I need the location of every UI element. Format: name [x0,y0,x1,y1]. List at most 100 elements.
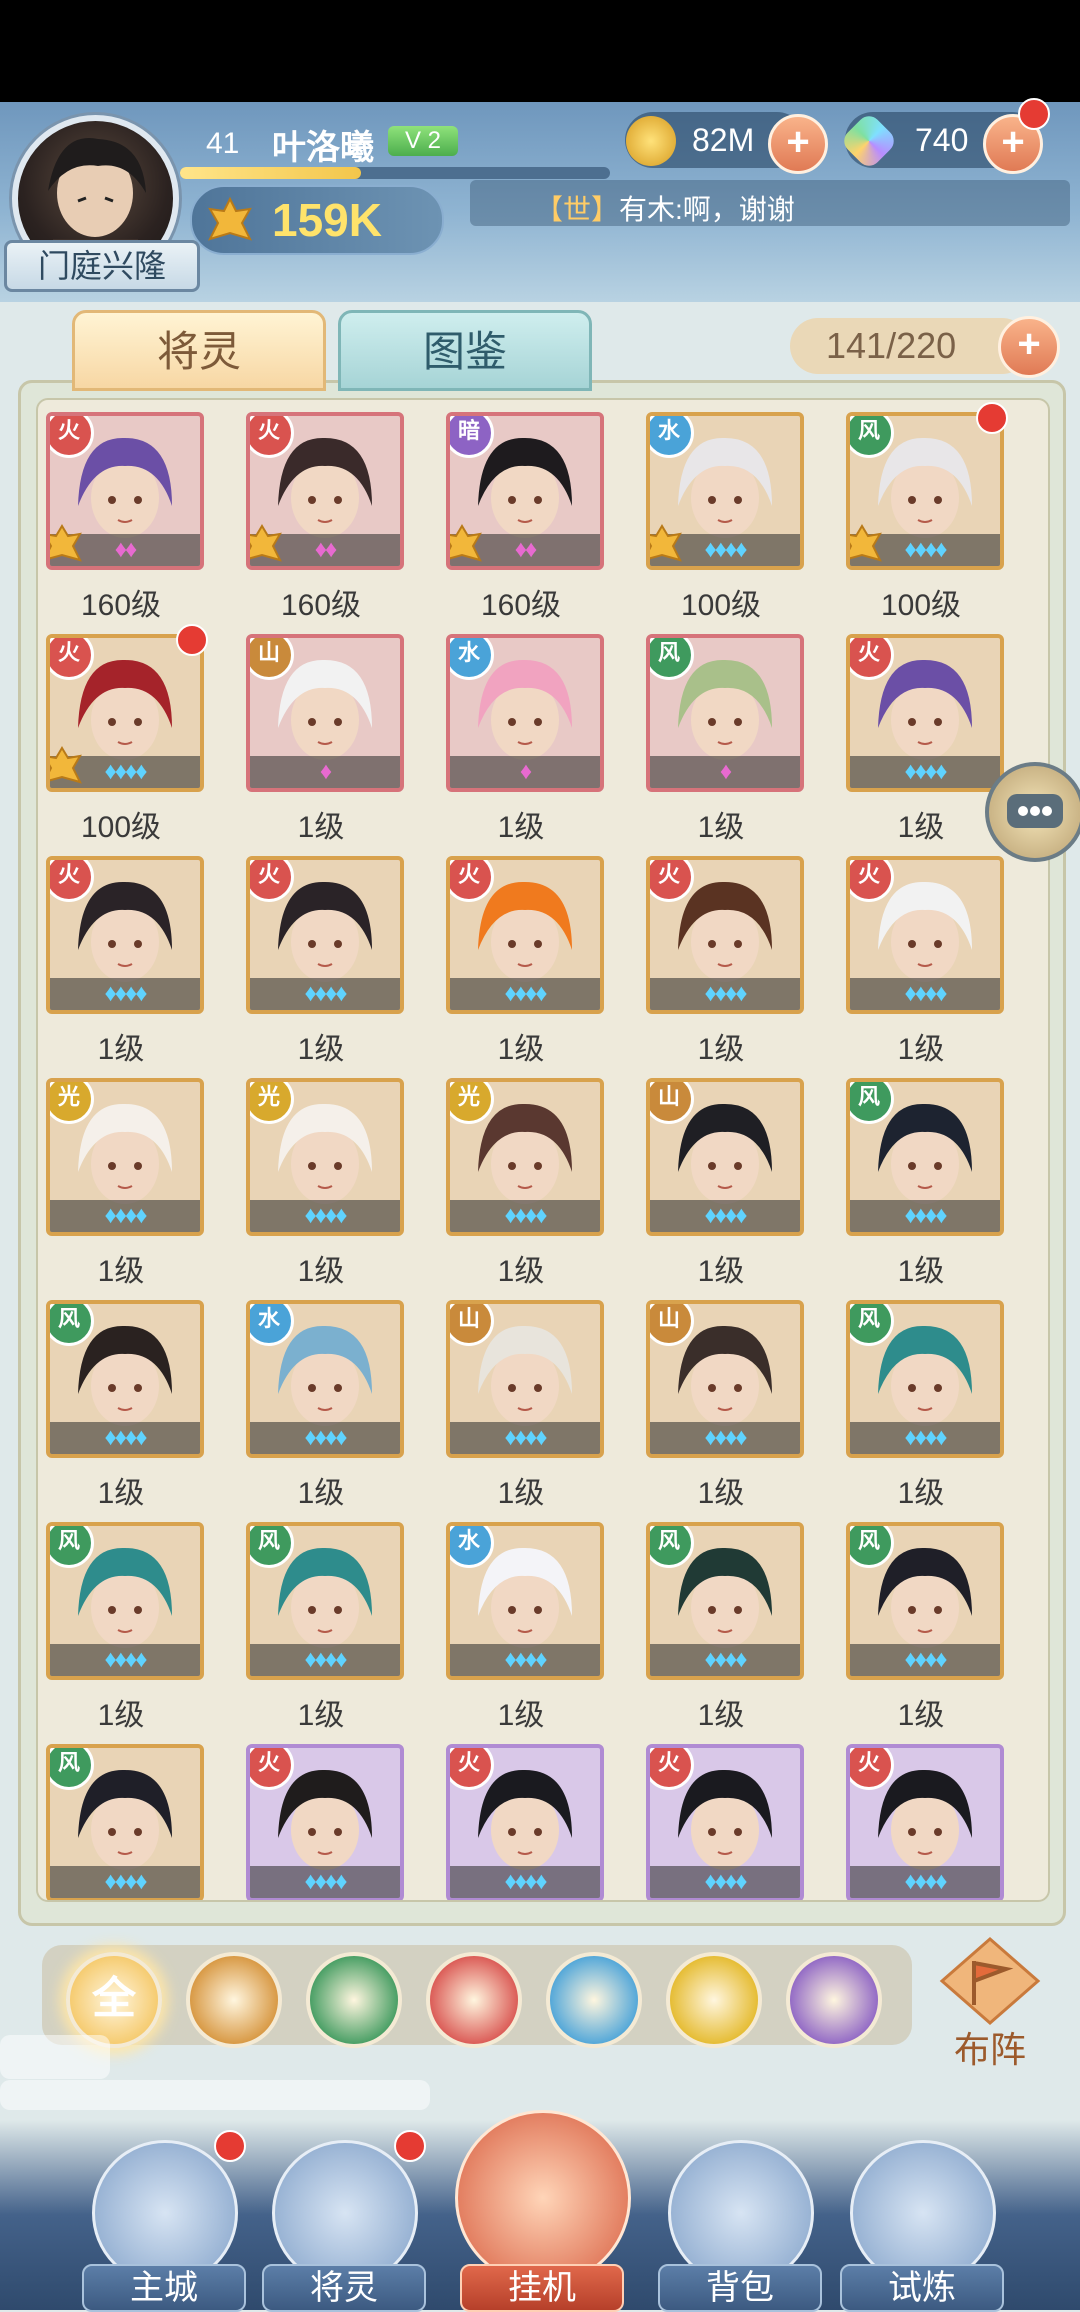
hero-card[interactable]: 山 ♦♦♦♦ 1级 [646,1300,804,1512]
nav-label: 将灵 [262,2264,426,2312]
hero-card[interactable]: 火 ♦♦♦♦ 1级 [846,856,1004,1068]
filter-shadow-button[interactable] [786,1952,882,2048]
hero-card[interactable]: 暗 ♦♦ 160级 [446,412,604,624]
world-chat-message[interactable]: 【世】有木:啊，谢谢 [535,188,795,228]
formation-button[interactable]: 布阵 [930,1935,1050,2070]
hero-card[interactable]: 火 ♦♦♦♦ 1级 [446,856,604,1068]
hero-card[interactable]: 风 ♦♦♦♦ 1级 [846,1522,1004,1734]
star-rank-icons: ♦♦♦♦ [850,1200,1000,1232]
hero-portrait: 风 ♦♦♦♦ [846,1078,1004,1236]
hero-portrait: 光 ♦♦♦♦ [46,1078,204,1236]
hero-level: 1级 [497,1033,545,1066]
filter-earth-button[interactable] [186,1952,282,2048]
hero-portrait: 山 ♦♦♦♦ [446,1300,604,1458]
nav-label: 背包 [658,2264,822,2312]
hero-card[interactable]: 水 ♦♦♦♦ 100级 [646,412,804,624]
hero-card[interactable]: 火 ♦♦♦♦ 100级 [46,624,208,846]
filter-wind-button[interactable] [306,1952,402,2048]
hero-card[interactable]: 火 ♦♦♦♦ [846,1744,1004,1900]
hero-card[interactable]: 火 ♦♦♦♦ 1级 [846,634,1004,846]
star-rank-icons: ♦♦♦♦ [450,978,600,1010]
hero-card[interactable]: 风 ♦♦♦♦ 1级 [46,1300,204,1512]
clan-name[interactable]: 门庭兴隆 [4,240,200,292]
hero-card[interactable]: 光 ♦♦♦♦ 1级 [46,1078,204,1290]
star-rank-icons: ♦♦♦♦ [650,1200,800,1232]
hero-card[interactable]: 风 ♦ 1级 [646,634,804,846]
idle-icon [455,2110,631,2286]
hero-grid: 火 ♦♦ 160级火 ♦♦ 160级暗 ♦♦ 160级水 ♦♦♦♦ 100级风 ♦♦♦♦ 100级火… [36,398,1050,1902]
hero-portrait: 火 ♦♦♦♦ [646,856,804,1014]
add-coins-button[interactable]: + [768,114,828,174]
hero-card[interactable]: 山 ♦♦♦♦ 1级 [646,1078,804,1290]
hero-card[interactable]: 风 ♦♦♦♦ 100级 [846,402,1008,624]
hero-portrait: 水 ♦♦♦♦ [246,1300,404,1458]
hero-card[interactable]: 风 ♦♦♦♦ 1级 [846,1300,1004,1512]
hero-card[interactable]: 火 ♦♦♦♦ 1级 [246,856,404,1068]
filter-fire-button[interactable] [426,1952,522,2048]
star-rank-icons: ♦♦♦♦ [850,756,1000,788]
nav-notification-dot [394,2130,426,2162]
hero-card[interactable]: 火 ♦♦ 160级 [46,412,204,624]
nav-city-button[interactable]: 主城 [82,2130,246,2312]
hero-card[interactable]: 水 ♦♦♦♦ 1级 [446,1522,604,1734]
hero-card[interactable]: 风 ♦♦♦♦ 1级 [846,1078,1004,1290]
hero-level: 1级 [497,1477,545,1510]
hero-portrait: 火 ♦♦ [46,412,204,570]
star-rank-icons: ♦♦♦♦ [250,1200,400,1232]
hero-card[interactable]: 火 ♦♦♦♦ 1级 [46,856,204,1068]
hero-card[interactable]: 火 ♦♦♦♦ [246,1744,404,1900]
hero-card[interactable]: 山 ♦ 1级 [246,634,404,846]
hero-level: 160级 [80,589,162,622]
hero-card[interactable]: 风 ♦♦♦♦ 1级 [646,1522,804,1734]
hero-level: 1级 [697,1033,745,1066]
hero-level: 100级 [680,589,762,622]
exp-bar [180,167,610,179]
tab-codex[interactable]: 图鉴 [338,310,592,391]
hero-card[interactable]: 风 ♦♦♦♦ 1级 [46,1522,204,1734]
hero-level: 1级 [897,1477,945,1510]
hero-portrait: 光 ♦♦♦♦ [446,1078,604,1236]
hero-level: 1级 [897,1255,945,1288]
hero-level: 1级 [297,1477,345,1510]
star-rank-icons: ♦ [450,756,600,788]
filter-all-button[interactable]: 全 [66,1952,162,2048]
hero-portrait: 火 ♦♦♦♦ [46,634,204,792]
hero-card[interactable]: 火 ♦♦ 160级 [246,412,404,624]
hero-portrait: 水 ♦ [446,634,604,792]
star-rank-icons: ♦♦♦♦ [650,1422,800,1454]
nav-idle-button[interactable]: 挂机 [455,2110,631,2312]
star-rank-icons: ♦♦♦♦ [50,1644,200,1676]
hero-portrait: 水 ♦♦♦♦ [646,412,804,570]
nav-notification-dot [214,2130,246,2162]
expand-roster-button[interactable]: + [998,316,1060,378]
hero-card[interactable]: 水 ♦ 1级 [446,634,604,846]
awaken-crest-icon [250,524,284,564]
hero-card[interactable]: 火 ♦♦♦♦ [446,1744,604,1900]
chat-bubble-button[interactable] [985,762,1080,862]
filter-light-button[interactable] [666,1952,762,2048]
hero-card[interactable]: 火 ♦♦♦♦ [646,1744,804,1900]
chat-message-text: 有木:啊，谢谢 [619,194,795,225]
nav-trial-button[interactable]: 试炼 [840,2140,1004,2312]
hero-card[interactable]: 风 ♦♦♦♦ 1级 [246,1522,404,1734]
hero-card[interactable]: 光 ♦♦♦♦ 1级 [446,1078,604,1290]
notice-overlay [0,2035,110,2079]
hero-card[interactable]: 光 ♦♦♦♦ 1级 [246,1078,404,1290]
power-value: 159K [272,194,382,246]
hero-portrait: 光 ♦♦♦♦ [246,1078,404,1236]
awaken-crest-icon [50,524,84,564]
hero-portrait: 火 ♦♦♦♦ [446,1744,604,1900]
hero-card[interactable]: 山 ♦♦♦♦ 1级 [446,1300,604,1512]
filter-water-button[interactable] [546,1952,642,2048]
hero-card[interactable]: 水 ♦♦♦♦ 1级 [246,1300,404,1512]
tab-heroes[interactable]: 将灵 [72,310,326,391]
hero-portrait: 风 ♦♦♦♦ [846,1522,1004,1680]
hero-card[interactable]: 火 ♦♦♦♦ 1级 [646,856,804,1068]
star-rank-icons: ♦♦♦♦ [250,1422,400,1454]
nav-bag-button[interactable]: 背包 [658,2140,822,2312]
hero-portrait: 风 ♦♦♦♦ [246,1522,404,1680]
nav-heroes-button[interactable]: 将灵 [262,2130,426,2312]
hero-card[interactable]: 风 ♦♦♦♦ [46,1744,204,1900]
vip-badge[interactable]: V 2 [388,126,458,156]
hero-portrait: 火 ♦♦♦♦ [46,856,204,1014]
